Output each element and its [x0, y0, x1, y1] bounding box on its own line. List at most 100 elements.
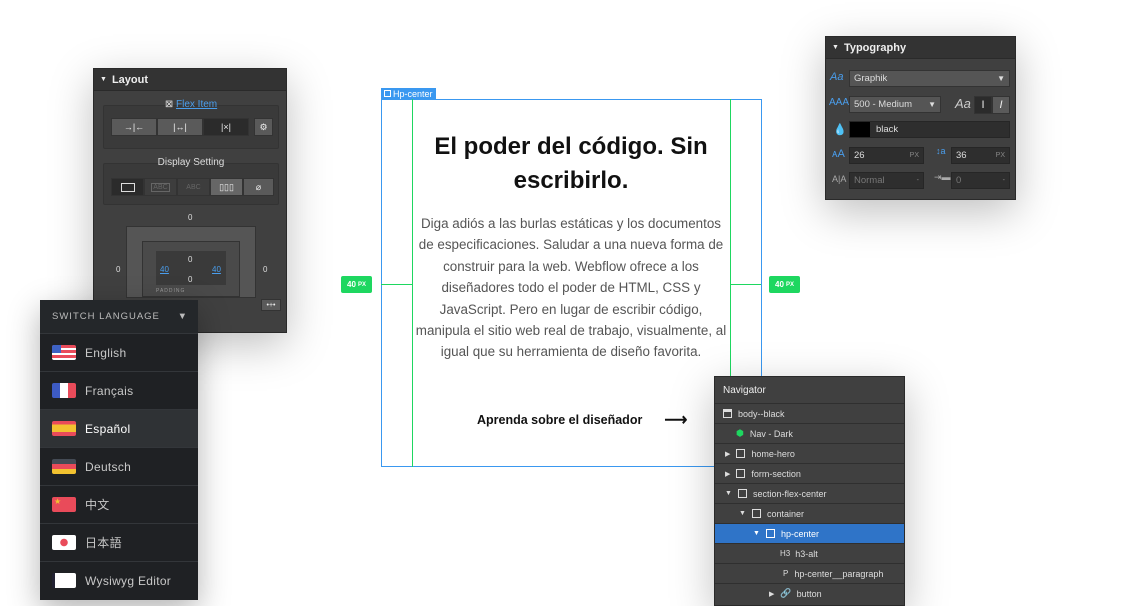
font-size-input[interactable]: 26 PX	[849, 147, 924, 164]
us-flag-icon	[52, 345, 76, 360]
line-height-icon: ↕a	[936, 146, 946, 156]
font-style-icon: Aa	[955, 96, 971, 111]
letter-spacing-input[interactable]: Normal -	[849, 172, 924, 189]
nav-item-section-flex-center[interactable]: ▼ section-flex-center	[715, 483, 904, 503]
language-switcher-header[interactable]: SWITCH LANGUAGE ▼	[40, 300, 198, 333]
eye-off-icon: ⌀	[255, 181, 262, 192]
flex-item-link[interactable]: Flex Item	[176, 99, 217, 110]
text-cursor-icon: I	[981, 99, 985, 111]
nav-item-hp-center[interactable]: ▼ hp-center	[715, 523, 904, 543]
caret-down-icon: ▼	[725, 490, 732, 497]
nav-item-container[interactable]: ▼ container	[715, 503, 904, 523]
nav-item-home-hero[interactable]: ▶ home-hero	[715, 443, 904, 463]
display-flex-button[interactable]: ▯▯▯	[210, 178, 243, 196]
italic-icon: I	[999, 99, 1003, 111]
paragraph-icon: P	[783, 569, 789, 578]
box-icon	[384, 90, 391, 97]
display-none-button[interactable]: ⌀	[243, 178, 274, 196]
symbol-icon: ⬢	[736, 428, 744, 438]
text-color-icon: 💧	[833, 124, 847, 136]
font-weight-select[interactable]: 500 - Medium ▼	[849, 96, 941, 113]
text-color-field[interactable]: black	[849, 121, 1010, 138]
heading-icon: H3	[780, 549, 791, 558]
font-family-icon: Aa	[830, 71, 844, 83]
language-item-wysiwyg[interactable]: Wysiwyg Editor	[40, 561, 198, 599]
color-swatch[interactable]	[850, 122, 870, 137]
line-height-input[interactable]: 36 PX	[951, 147, 1010, 164]
style-italic-button[interactable]: I	[992, 96, 1010, 114]
box-icon	[736, 469, 746, 478]
navigator-panel: Navigator body--black ⬢ Nav - Dark ▶ home-…	[714, 376, 905, 606]
display-block-button[interactable]	[111, 178, 144, 196]
language-item-japanese[interactable]: 日本語	[40, 523, 198, 561]
language-item-english[interactable]: English	[40, 333, 198, 371]
de-flag-icon	[52, 459, 76, 474]
caret-right-icon: ▶	[725, 470, 731, 478]
nav-item-button[interactable]: ▶ 🔗 button	[715, 583, 904, 603]
margin-right[interactable]: 0	[263, 265, 267, 274]
padding-top[interactable]: 0	[188, 255, 192, 264]
body-icon	[723, 409, 732, 418]
block-icon	[120, 182, 135, 192]
caret-down-icon: ▼	[739, 510, 746, 517]
nav-item-h3-alt[interactable]: H3 h3-alt	[715, 543, 904, 563]
font-family-select[interactable]: Graphik ▼	[849, 70, 1010, 87]
shrink-icon: →|←	[123, 122, 145, 132]
navigator-header: Navigator	[723, 384, 766, 396]
language-item-chinese[interactable]: ★ 中文	[40, 485, 198, 523]
chevron-down-icon: ▼	[997, 74, 1005, 83]
caret-down-icon: ▼	[753, 530, 760, 537]
none-button[interactable]: |×|	[203, 118, 249, 136]
cn-flag-icon: ★	[52, 497, 76, 512]
display-setting-group: Display Setting ABC ABC ▯▯▯ ⌀	[103, 157, 279, 205]
text-indent-input[interactable]: 0-	[951, 172, 1010, 189]
font-size-icon: ᴀA	[832, 148, 845, 160]
nav-item-form-section[interactable]: ▶ form-section	[715, 463, 904, 483]
gear-icon: ⚙	[259, 121, 268, 132]
style-normal-button[interactable]: I	[974, 96, 992, 114]
grow-button[interactable]: |↔|	[157, 118, 203, 136]
padding-right[interactable]: 40	[212, 265, 221, 274]
language-item-german[interactable]: Deutsch	[40, 447, 198, 485]
caret-right-icon: ▶	[769, 590, 775, 598]
es-flag-icon	[52, 421, 76, 436]
letter-spacing-icon: A|A	[832, 174, 847, 184]
padding-arrow-left	[381, 284, 412, 285]
margin-left[interactable]: 0	[116, 265, 120, 274]
padding-bottom[interactable]: 0	[188, 275, 192, 284]
flex-settings-button[interactable]: ⚙	[254, 118, 273, 136]
grow-icon: |↔|	[173, 122, 187, 132]
caret-down-icon: ▼	[100, 76, 107, 83]
layout-panel: ▼ Layout ⊠ Flex Item →|← |↔| |×| ⚙ Displa…	[93, 68, 287, 333]
language-item-french[interactable]: Français	[40, 371, 198, 409]
text-indent-icon: ⇥▬	[934, 172, 951, 182]
nav-item-nav-dark[interactable]: ⬢ Nav - Dark	[715, 423, 904, 443]
paragraph: Diga adiós a las burlas estáticas y los …	[415, 216, 727, 360]
selected-element-label: Hp-center	[381, 88, 436, 99]
typography-panel-header[interactable]: ▼ Typography	[826, 37, 1015, 59]
flex-icon: ▯▯▯	[219, 181, 234, 192]
display-inline-block-button[interactable]: ABC	[144, 178, 177, 196]
arrow-right-icon: ⟶	[664, 412, 688, 429]
display-inline-button[interactable]: ABC	[177, 178, 210, 196]
nav-item-paragraph[interactable]: Php-center__paragraph	[715, 563, 904, 583]
padding-left[interactable]: 40	[160, 265, 169, 274]
flex-item-group: ⊠ Flex Item →|← |↔| |×| ⚙	[103, 99, 279, 149]
padding-label: PADDING	[156, 288, 186, 294]
flex-item-icon: ⊠	[164, 99, 174, 110]
cta-link[interactable]: Aprenda sobre el diseñador ⟶	[477, 410, 687, 430]
typography-panel: ▼ Typography Aa Graphik ▼ AAA 500 - Medium…	[825, 36, 1016, 200]
heading: El poder del código. Sin escribirlo.	[434, 133, 708, 194]
box-icon	[751, 509, 761, 518]
chevron-down-icon: ▼	[928, 100, 936, 109]
caret-right-icon: ▶	[725, 450, 731, 458]
nav-item-body[interactable]: body--black	[715, 403, 904, 423]
language-item-spanish[interactable]: Español	[40, 409, 198, 447]
padding-arrow-right	[730, 284, 761, 285]
layout-panel-header[interactable]: ▼ Layout	[94, 69, 286, 91]
margin-top[interactable]: 0	[188, 213, 192, 222]
language-switcher: SWITCH LANGUAGE ▼ English Français Españo…	[40, 300, 198, 600]
shrink-button[interactable]: →|←	[111, 118, 157, 136]
more-spacing-button[interactable]: •+•	[261, 299, 281, 311]
font-weight-icon: AAA	[829, 97, 850, 108]
